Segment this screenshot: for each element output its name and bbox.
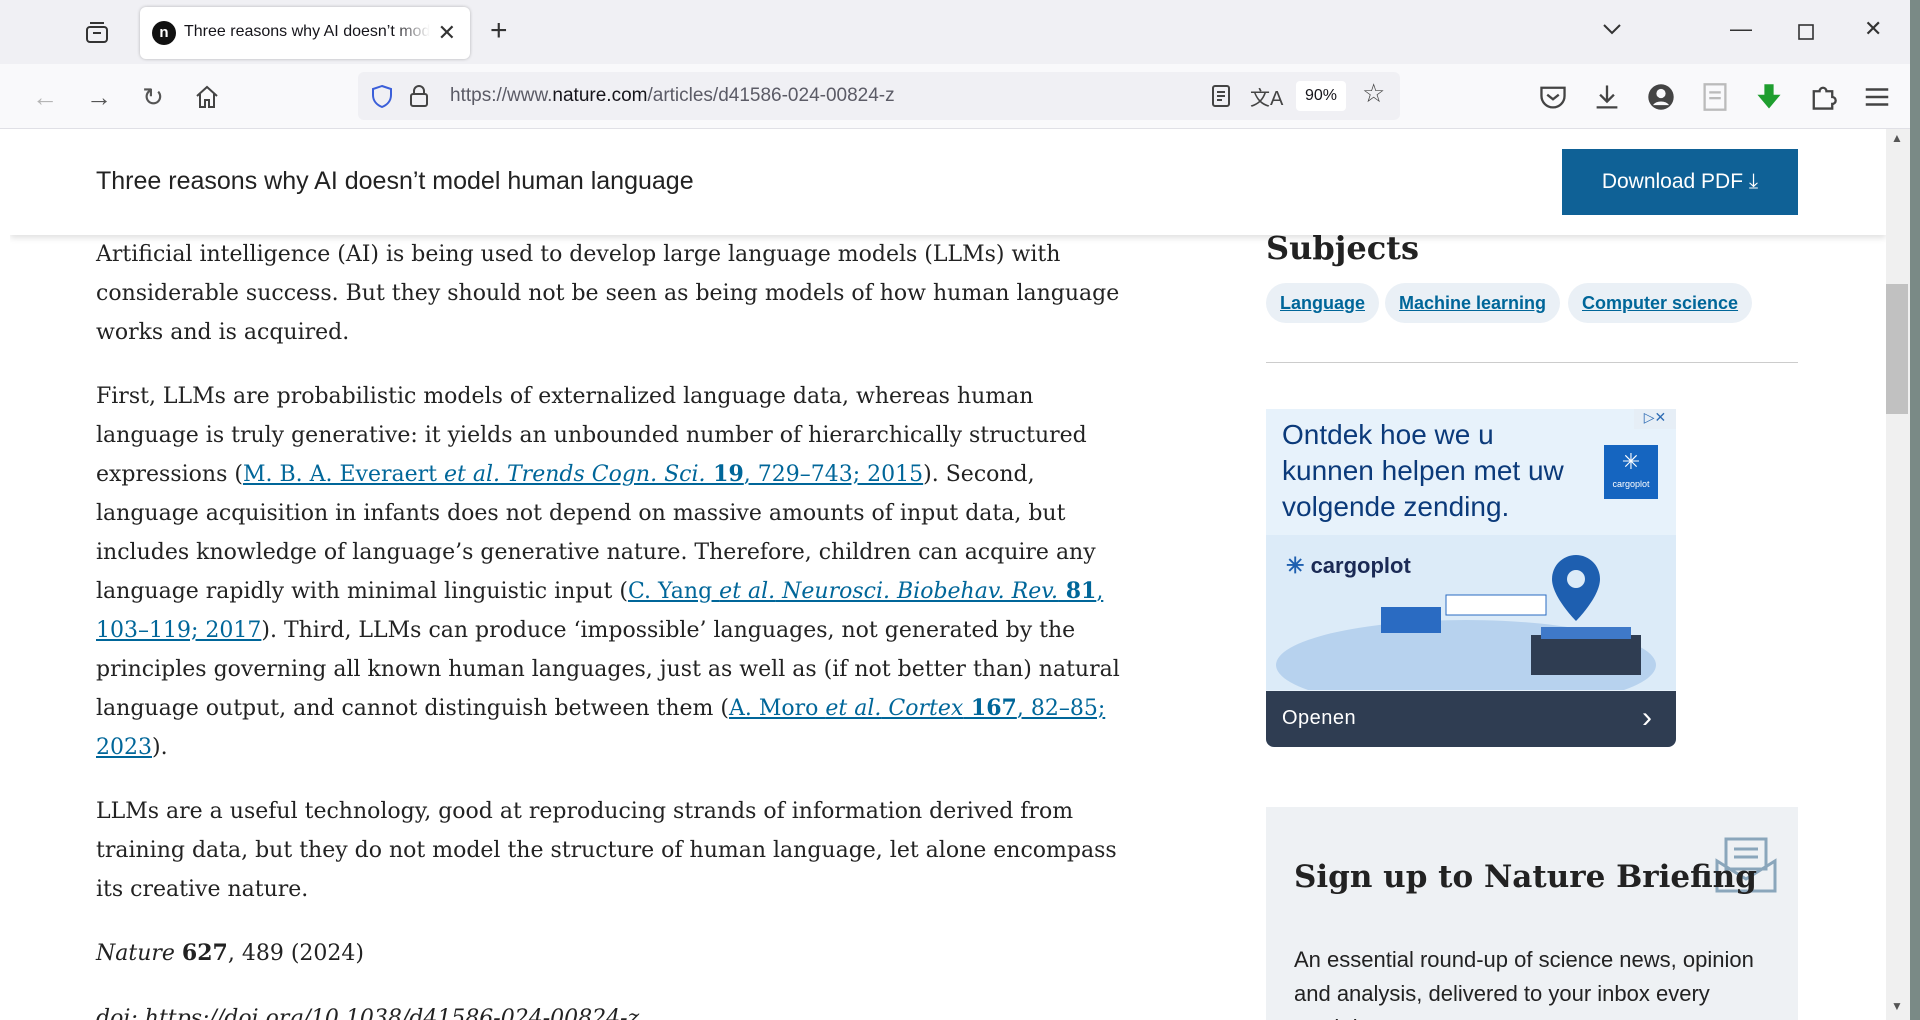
download-pdf-button[interactable]: Download PDF ⤓: [1562, 149, 1798, 215]
briefing-text: An essential round-up of science news, o…: [1294, 947, 1754, 1020]
downloads-icon[interactable]: [1592, 82, 1622, 112]
sticky-article-title: Three reasons why AI doesn’t model human…: [96, 167, 694, 195]
reference-link-everaert[interactable]: M. B. A. Everaert et al. Trends Cogn. Sc…: [243, 461, 923, 487]
new-tab-icon[interactable]: +: [490, 16, 508, 46]
download-arrow-icon: ⤓: [1748, 170, 1759, 193]
doi: doi: https://doi.org/10.1038/d41586-024-…: [96, 1006, 640, 1020]
paragraph-1: Artificial intelligence (AI) is being us…: [96, 242, 1120, 345]
pocket-icon[interactable]: [1538, 82, 1568, 112]
tracking-protection-shield-icon[interactable]: [370, 84, 394, 108]
advertisement[interactable]: Ontdek hoe we u kunnen helpen met uw vol…: [1266, 409, 1676, 747]
extensions-icon[interactable]: [1808, 82, 1838, 112]
sticky-article-header: Three reasons why AI doesn’t model human…: [10, 129, 1886, 235]
divider: [1266, 362, 1798, 363]
nature-favicon-icon: n: [152, 21, 176, 45]
scrollbar-thumb[interactable]: [1886, 284, 1908, 414]
ad-logo: ✳ cargoplot: [1604, 445, 1658, 499]
url-text[interactable]: https://www.nature.com/articles/d41586-0…: [450, 85, 895, 107]
subject-chip-computer-science[interactable]: Computer science: [1568, 283, 1753, 323]
article-body: Artificial intelligence (AI) is being us…: [96, 235, 1126, 1020]
download-arrow-extension-icon[interactable]: [1754, 82, 1784, 112]
paragraph-3: LLMs are a useful technology, good at re…: [96, 799, 1117, 902]
navigation-bar: ← → ↻ https://www.nature.com/articles/d4…: [0, 64, 1910, 129]
forward-icon[interactable]: →: [84, 82, 114, 112]
citation: Nature 627, 489 (2024): [96, 940, 364, 966]
ad-choices-icon[interactable]: ▷✕: [1634, 409, 1676, 429]
bookmark-star-icon[interactable]: ☆: [1362, 78, 1385, 109]
scroll-up-icon[interactable]: ▲: [1891, 131, 1903, 145]
cargoplot-logo-icon: ✳: [1286, 553, 1305, 578]
nature-briefing-panel: Sign up to Nature Briefing An essential …: [1266, 807, 1798, 1020]
reader-view-icon[interactable]: [1210, 84, 1232, 108]
ad-headline: Ontdek hoe we u kunnen helpen met uw vol…: [1282, 419, 1564, 522]
translate-icon[interactable]: 文A: [1250, 82, 1283, 111]
window-close-icon[interactable]: ✕: [1864, 16, 1882, 42]
minimize-icon[interactable]: —: [1730, 16, 1752, 42]
briefing-title: Sign up to Nature Briefing: [1294, 859, 1757, 895]
url-bar[interactable]: https://www.nature.com/articles/d41586-0…: [358, 72, 1400, 120]
zoom-level[interactable]: 90%: [1296, 81, 1346, 111]
paragraph-2: First, LLMs are probabilistic models of …: [96, 384, 1120, 760]
tab-bar: n Three reasons why AI doesn’t model hum…: [0, 0, 1910, 64]
maximize-icon[interactable]: [1798, 24, 1814, 40]
chevron-right-icon: ›: [1642, 701, 1652, 734]
home-icon[interactable]: [192, 82, 222, 112]
subject-chip-machine-learning[interactable]: Machine learning: [1385, 283, 1561, 323]
reload-icon[interactable]: ↻: [138, 82, 168, 112]
desktop-background: [1910, 0, 1920, 1020]
ad-brand: ✳ cargoplot: [1286, 553, 1411, 578]
page-content: Three reasons why AI doesn’t model human…: [10, 129, 1886, 1020]
active-tab[interactable]: n Three reasons why AI doesn’t model hum…: [140, 7, 470, 59]
browser-window: n Three reasons why AI doesn’t model hum…: [0, 0, 1910, 1020]
account-icon[interactable]: [1646, 82, 1676, 112]
tab-title: Three reasons why AI doesn’t model human…: [184, 23, 430, 40]
subject-chip-language[interactable]: Language: [1266, 283, 1380, 323]
vertical-scrollbar[interactable]: ▲ ▼: [1886, 129, 1910, 1020]
menu-icon[interactable]: [1862, 82, 1892, 112]
scroll-down-icon[interactable]: ▼: [1891, 999, 1903, 1013]
tab-list-icon[interactable]: [84, 20, 110, 46]
chevron-down-icon[interactable]: [1602, 22, 1622, 36]
back-icon[interactable]: ←: [30, 82, 60, 112]
lock-icon[interactable]: [408, 84, 430, 108]
ad-open-button[interactable]: Openen ›: [1266, 691, 1676, 747]
page-icon[interactable]: [1700, 82, 1730, 112]
tab-close-icon[interactable]: ✕: [438, 21, 456, 45]
